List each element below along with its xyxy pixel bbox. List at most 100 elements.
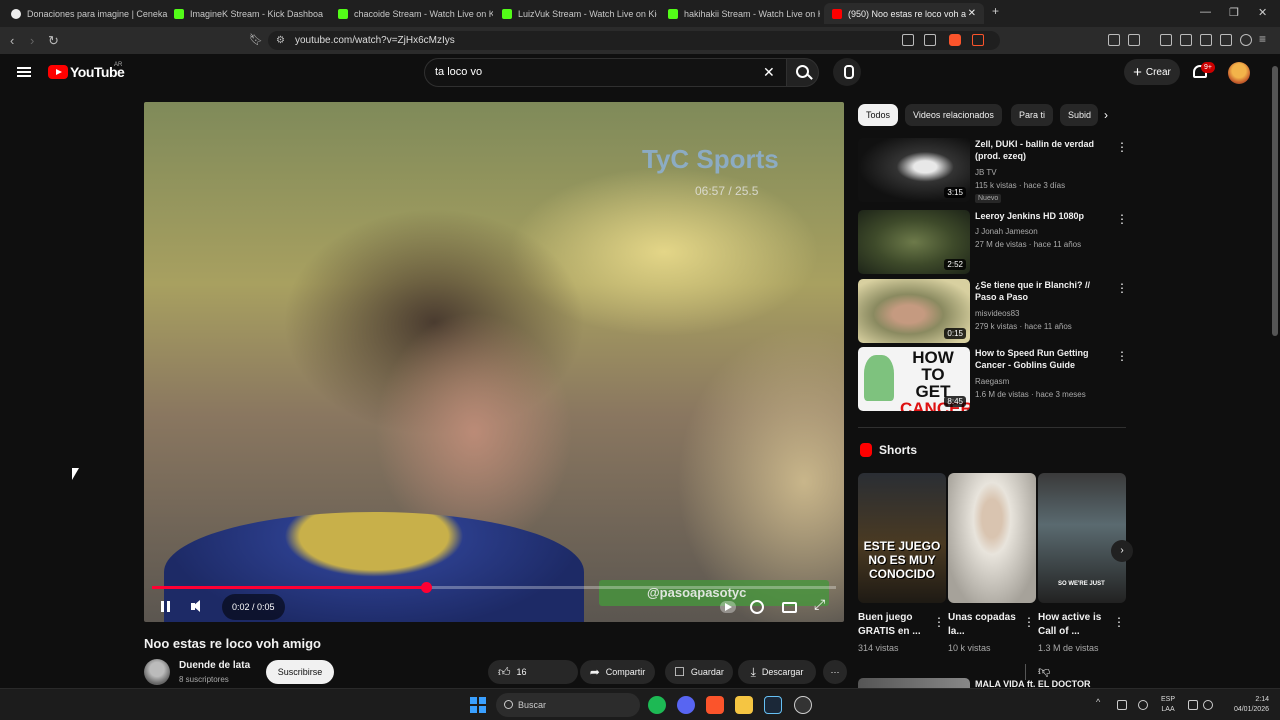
subscribe-button[interactable]: Suscribirse — [266, 660, 334, 684]
recommended-video[interactable]: HOW TO GET CANCER 8:45 How to Speed Run … — [858, 347, 1128, 411]
short-item[interactable]: SO WE'RE JUST How active is Call of ... … — [1038, 473, 1126, 653]
more-vertical-icon[interactable]: ⋮ — [1116, 349, 1128, 363]
microphone-icon[interactable] — [1138, 700, 1148, 710]
autoplay-toggle-icon[interactable] — [720, 599, 736, 615]
browser-tab-active[interactable]: (950) Noo estas re loco voh a ✕ — [824, 3, 984, 24]
chevron-up-icon[interactable]: ^ — [1096, 697, 1106, 707]
download-button[interactable]: ⤓ Descargar — [738, 660, 816, 684]
search-input[interactable]: ta loco vo — [424, 58, 787, 87]
short-item[interactable]: ESTE JUEGO NO ES MUY CONOCIDO Buen juego… — [858, 473, 946, 653]
channel-avatar[interactable] — [144, 659, 170, 685]
restore-window-icon[interactable]: ❐ — [1229, 6, 1239, 19]
video-player[interactable]: TyC Sports 06:57 / 25.5 @pasoapasotyc 0:… — [144, 102, 844, 622]
video-progress-bar[interactable] — [152, 582, 836, 593]
fullscreen-icon[interactable]: ⤢ — [814, 596, 830, 612]
chip-para-ti[interactable]: Para ti — [1011, 104, 1054, 126]
reload-icon[interactable]: ↻ — [48, 33, 59, 49]
bookmark-icon[interactable]: 🔖︎ — [249, 33, 263, 46]
brave-rewards-icon[interactable] — [972, 34, 984, 46]
video-thumbnail[interactable]: 2:52 — [858, 210, 970, 274]
short-item[interactable]: Unas copadas la... 10 k vistas ⋮ — [948, 473, 1036, 653]
hamburger-menu-icon[interactable] — [17, 67, 31, 77]
close-tab-icon[interactable]: ✕ — [968, 8, 976, 19]
recommended-video[interactable]: 2:52 Leeroy Jenkins HD 1080p J Jonah Jam… — [858, 210, 1128, 274]
recommended-channel[interactable]: J Jonah Jameson — [975, 227, 1038, 236]
language-indicator[interactable]: ESP LAA — [1161, 695, 1175, 715]
short-title[interactable]: Buen juego GRATIS en ... — [858, 611, 930, 639]
clock[interactable]: 2:14 04/01/2026 — [1219, 695, 1269, 715]
recommended-video[interactable]: 3:15 Zell, DUKI - ballin de verdad (prod… — [858, 138, 1128, 203]
steam-icon[interactable] — [764, 696, 782, 714]
create-button[interactable]: + Crear — [1124, 59, 1180, 85]
youtube-logo-icon[interactable] — [48, 65, 68, 79]
share-page-icon[interactable] — [924, 34, 936, 46]
browser-menu-icon[interactable]: ≡ — [1259, 32, 1266, 46]
share-button[interactable]: ➦ Compartir — [580, 660, 655, 684]
thumbs-up-icon[interactable]: 👍︎ — [498, 665, 511, 680]
app-icon[interactable] — [794, 696, 812, 714]
site-info-icon[interactable]: ⚙︎ — [276, 35, 285, 46]
thumbs-down-icon[interactable]: 👎︎ — [1038, 664, 1050, 679]
minimize-window-icon[interactable]: — — [1200, 6, 1211, 18]
more-vertical-icon[interactable]: ⋮ — [1113, 615, 1125, 629]
cast-icon[interactable] — [902, 34, 914, 46]
pause-button[interactable] — [156, 598, 174, 616]
address-bar-input[interactable]: youtube.com/watch?v=ZjHx6cMzIys — [268, 31, 1000, 50]
new-tab-icon[interactable]: + — [992, 4, 999, 18]
screenshot-icon[interactable] — [1128, 34, 1140, 46]
discord-tray-icon[interactable] — [1117, 700, 1127, 710]
video-thumbnail[interactable]: 0:15 — [858, 279, 970, 343]
browser-tab[interactable]: chacoide Stream - Watch Live on Kick — [338, 3, 493, 24]
media-icon[interactable] — [1160, 34, 1172, 46]
spotify-icon[interactable] — [648, 696, 666, 714]
short-thumbnail[interactable] — [948, 473, 1036, 603]
windows-start-icon[interactable] — [470, 697, 486, 713]
discord-icon[interactable] — [677, 696, 695, 714]
file-explorer-icon[interactable] — [735, 696, 753, 714]
forward-icon[interactable]: › — [30, 33, 34, 48]
like-count[interactable]: 16 — [517, 667, 527, 677]
browser-tab[interactable]: LuizVuk Stream - Watch Live on Kick — [502, 3, 657, 24]
recommended-channel[interactable]: misvideos83 — [975, 309, 1019, 318]
chevron-right-icon[interactable]: › — [1111, 540, 1133, 562]
account-avatar[interactable] — [1228, 62, 1250, 84]
short-title[interactable]: Unas copadas la... — [948, 611, 1020, 639]
chip-videos-relacionados[interactable]: Videos relacionados — [905, 104, 1002, 126]
volume-tray-icon[interactable] — [1203, 700, 1213, 710]
browser-tab[interactable]: Donaciones para imagine | Ceneka — [8, 3, 168, 24]
back-icon[interactable]: ‹ — [10, 33, 14, 48]
recommended-title[interactable]: How to Speed Run Getting Cancer - Goblin… — [975, 347, 1103, 371]
page-scrollbar[interactable] — [1270, 54, 1280, 688]
recommended-channel[interactable]: JB TV — [975, 168, 997, 177]
voice-search-button[interactable] — [833, 58, 861, 86]
recommended-title[interactable]: ¿Se tiene que ir Blanchi? // Paso a Paso — [975, 279, 1103, 303]
brave-shields-icon[interactable] — [949, 34, 961, 46]
browser-tab[interactable]: ImagineK Stream - Kick Dashboa — [174, 3, 324, 24]
recommended-video[interactable]: 0:15 ¿Se tiene que ir Blanchi? // Paso a… — [858, 279, 1128, 343]
close-window-icon[interactable]: ✕ — [1258, 6, 1267, 19]
chip-subidos[interactable]: Subid — [1060, 104, 1098, 126]
video-thumbnail[interactable]: HOW TO GET CANCER 8:45 — [858, 347, 970, 411]
recommended-title[interactable]: Zell, DUKI - ballin de verdad (prod. eze… — [975, 138, 1103, 162]
channel-name[interactable]: Duende de lata — [179, 660, 250, 671]
more-vertical-icon[interactable]: ⋮ — [1116, 212, 1128, 226]
more-actions-button[interactable]: ⋯ — [823, 660, 847, 684]
short-title[interactable]: How active is Call of ... — [1038, 611, 1110, 639]
leo-ai-icon[interactable] — [1220, 34, 1232, 46]
settings-gear-icon[interactable] — [750, 600, 764, 614]
theater-mode-icon[interactable] — [782, 602, 797, 613]
video-thumbnail[interactable]: 3:15 — [858, 138, 970, 202]
more-vertical-icon[interactable]: ⋮ — [1116, 281, 1128, 295]
search-button[interactable] — [786, 58, 819, 87]
volume-icon[interactable] — [188, 598, 206, 616]
save-button[interactable]: ☐ Guardar — [665, 660, 733, 684]
video-scrubber-handle[interactable] — [420, 582, 432, 593]
scrollbar-thumb[interactable] — [1272, 66, 1278, 336]
recommended-channel[interactable]: Raegasm — [975, 377, 1009, 386]
chevron-right-icon[interactable]: › — [1104, 108, 1108, 122]
clear-search-icon[interactable]: ✕ — [763, 64, 775, 81]
taskbar-search-input[interactable]: Buscar — [496, 693, 640, 717]
more-vertical-icon[interactable]: ⋮ — [1116, 140, 1128, 154]
chip-todos[interactable]: Todos — [858, 104, 899, 126]
sidebar-icon[interactable] — [1180, 34, 1192, 46]
